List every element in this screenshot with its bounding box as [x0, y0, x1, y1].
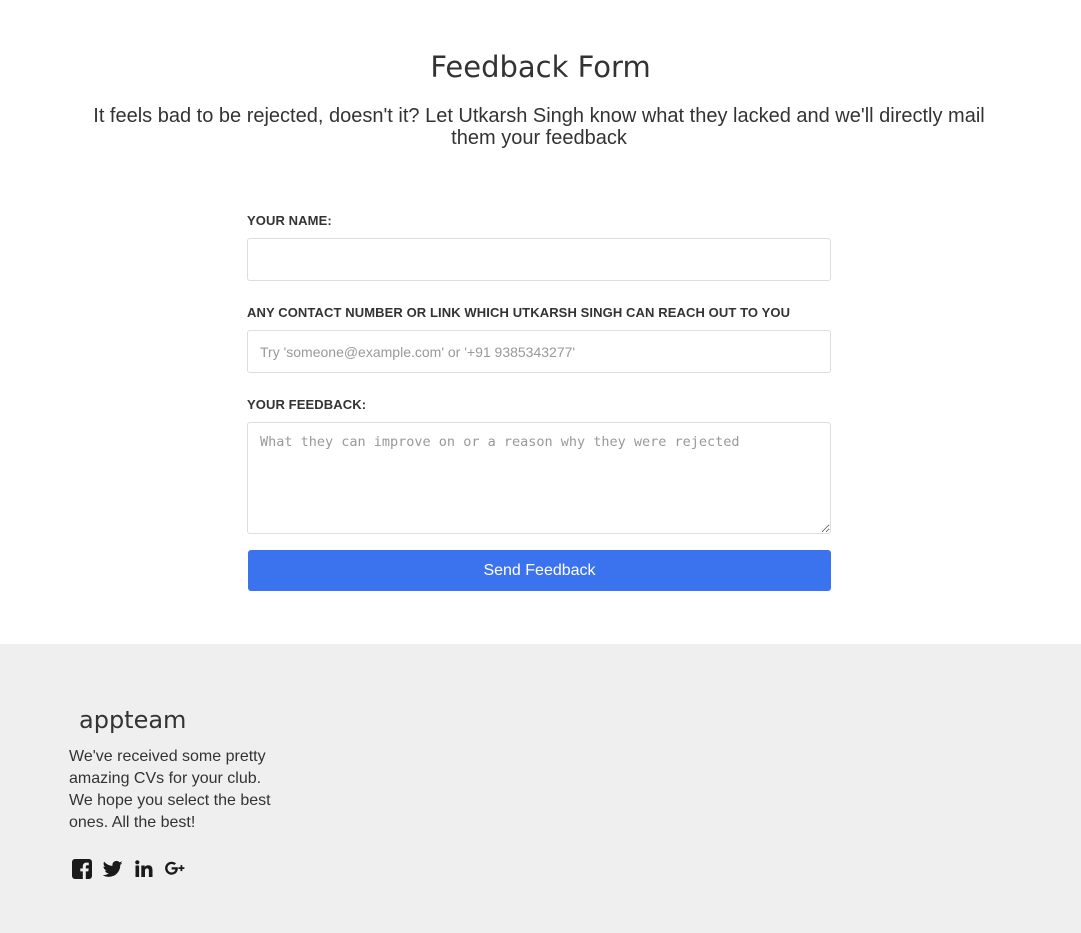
social-links [72, 859, 185, 879]
name-label: YOUR NAME: [247, 213, 332, 228]
footer-blurb: We've received some pretty amazing CVs f… [69, 748, 271, 831]
contact-group: ANY CONTACT NUMBER OR LINK WHICH UTKARSH… [247, 302, 831, 373]
feedback-textarea[interactable] [247, 422, 831, 534]
contact-label: ANY CONTACT NUMBER OR LINK WHICH UTKARSH… [247, 305, 791, 320]
page: Feedback Form It feels bad to be rejecte… [0, 0, 1081, 933]
feedback-form: YOUR NAME: ANY CONTACT NUMBER OR LINK WH… [247, 210, 831, 591]
feedback-label: YOUR FEEDBACK: [247, 397, 367, 412]
footer-brand: appteam [79, 706, 187, 734]
contact-input[interactable] [247, 330, 831, 373]
name-group: YOUR NAME: [247, 210, 831, 281]
page-title: Feedback Form [430, 50, 651, 84]
send-feedback-button[interactable]: Send Feedback [248, 550, 831, 591]
name-input[interactable] [247, 238, 831, 281]
twitter-icon[interactable] [103, 859, 123, 879]
feedback-group: YOUR FEEDBACK: [247, 394, 831, 534]
page-subtitle: It feels bad to be rejected, doesn't it?… [93, 105, 985, 149]
linkedin-icon[interactable] [134, 859, 154, 879]
facebook-icon[interactable] [72, 859, 92, 879]
footer: appteam We've received some pretty amazi… [0, 644, 1081, 933]
main-content: Feedback Form It feels bad to be rejecte… [0, 0, 1081, 644]
google-plus-icon[interactable] [165, 859, 185, 879]
